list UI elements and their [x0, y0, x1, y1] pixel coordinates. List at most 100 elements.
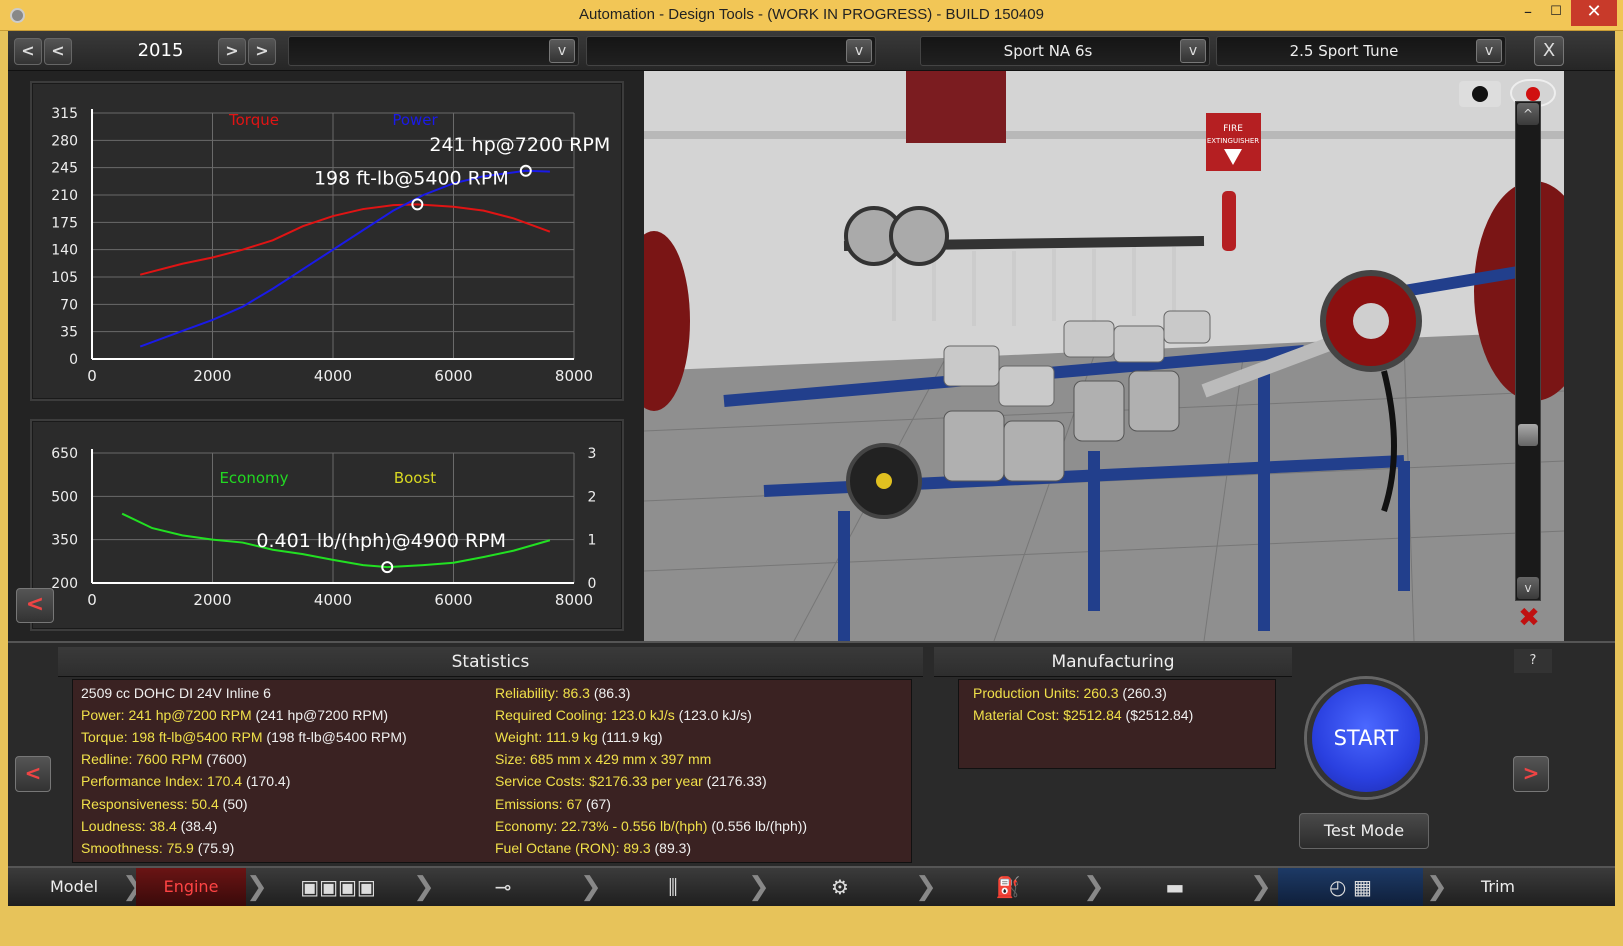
start-button[interactable]: START	[1307, 679, 1425, 797]
year-prev-button[interactable]: <	[44, 38, 72, 65]
nav-fuel-icon[interactable]: ⛽	[953, 868, 1063, 906]
dropdown-family[interactable]: v	[288, 36, 579, 66]
nav-trim[interactable]: Trim	[1448, 868, 1548, 906]
stat-reliability: Reliability: 86.3 (86.3)	[495, 685, 631, 701]
dropdown-variant[interactable]: v	[586, 36, 876, 66]
dropdown-engine[interactable]: Sport NA 6s v	[920, 36, 1210, 66]
y-tick-label: 500	[51, 489, 78, 505]
engine-3d-viewport[interactable]: FIRE EXTINGUISHER ✖	[644, 71, 1564, 641]
mfg-material-cost: Material Cost: $2512.84 ($2512.84)	[973, 707, 1194, 723]
stat-emissions: Emissions: 67 (67)	[495, 796, 611, 812]
stat-loudness: Loudness: 38.4 (38.4)	[81, 818, 218, 834]
nav-bottom-end-icon[interactable]: ⊸	[448, 868, 558, 906]
next-page-button[interactable]: >	[1513, 756, 1549, 792]
peak-annotation: 241 hp@7200 RPM	[429, 134, 610, 156]
nav-separator-icon: ❯	[1083, 872, 1105, 902]
nav-separator-icon: ❯	[246, 872, 268, 902]
stat-power: Power: 241 hp@7200 RPM (241 hp@7200 RPM)	[81, 707, 389, 723]
economy-chart-panel: 0 2000 4000 6000 8000 650 500 350 200 3 2 1 0 Economy…	[30, 419, 624, 631]
y-tick-label: 0	[69, 352, 78, 368]
test-mode-button[interactable]: Test Mode	[1299, 813, 1429, 849]
y-tick-label: 650	[51, 446, 78, 462]
y2-tick-label: 2	[588, 489, 597, 505]
legend-entry: Torque	[228, 111, 279, 129]
maximize-button[interactable]: ☐	[1543, 0, 1569, 26]
dropdown-tune-label: 2.5 Sport Tune	[1289, 42, 1399, 60]
stat-redline: Redline: 7600 RPM (7600)	[81, 751, 247, 767]
x-tick-label: 2000	[193, 591, 231, 609]
year-display: 2015	[137, 40, 184, 61]
stat-economy: Economy: 22.73% - 0.556 lb/(hph) (0.556 …	[495, 818, 808, 834]
prev-page-button[interactable]: <	[15, 756, 51, 792]
collapse-charts-button[interactable]: <	[16, 588, 54, 623]
camera-icon[interactable]	[1459, 81, 1501, 107]
dropdown-tune[interactable]: 2.5 Sport Tune v	[1216, 36, 1506, 66]
peak-annotation: 0.401 lb/(hph)@4900 RPM	[256, 530, 506, 552]
nav-separator-icon: ❯	[580, 872, 602, 902]
x-tick-label: 8000	[555, 591, 593, 609]
x-tick-label: 0	[87, 591, 97, 609]
y-tick-label: 200	[51, 576, 78, 592]
nav-top-end-icon[interactable]: ⫼	[618, 868, 728, 906]
y-tick-label: 175	[51, 215, 78, 231]
power-torque-chart-panel: 0 2000 4000 6000 8000 315 280 245 210 175 140 105 70…	[30, 81, 624, 401]
zoom-up-button[interactable]: ^	[1517, 103, 1539, 125]
chevron-down-icon[interactable]: v	[549, 39, 575, 63]
x-tick-label: 6000	[434, 591, 472, 609]
year-next-button[interactable]: >	[218, 38, 246, 65]
zoom-scroll-thumb[interactable]	[1518, 424, 1538, 446]
nav-model[interactable]: Model	[28, 868, 120, 906]
economy-chart: 0 2000 4000 6000 8000 650 500 350 200 3 2 1 0 Economy…	[51, 446, 597, 609]
year-prev-fast-button[interactable]: <	[14, 38, 42, 65]
y-tick-label: 280	[51, 133, 78, 149]
legend-entry: Economy	[219, 469, 288, 487]
nav-exhaust-icon[interactable]: ▬	[1120, 868, 1230, 906]
reset-view-icon[interactable]: ✖	[1506, 604, 1552, 632]
y-tick-label: 35	[60, 325, 78, 341]
y2-tick-label: 1	[588, 533, 597, 549]
stat-smoothness: Smoothness: 75.9 (75.9)	[81, 840, 235, 856]
x-tick-label: 4000	[314, 591, 352, 609]
nav-aspiration-icon[interactable]: ⚙	[785, 868, 895, 906]
x-tick-label: 6000	[434, 367, 472, 385]
close-designer-button[interactable]: X	[1534, 36, 1564, 66]
legend-entry: Power	[392, 111, 438, 129]
y-tick-label: 105	[51, 270, 78, 286]
dropdown-engine-label: Sport NA 6s	[1003, 42, 1093, 60]
zoom-down-button[interactable]: v	[1517, 577, 1539, 599]
chevron-down-icon[interactable]: v	[1476, 39, 1502, 63]
chevron-down-icon[interactable]: v	[1180, 39, 1206, 63]
zoom-scrollbar[interactable]: ^ v	[1515, 101, 1541, 601]
app-frame: < < 2015 > > v v Sport NA 6s v 2.5 Sport…	[8, 31, 1615, 946]
peak-annotation: 198 ft-lb@5400 RPM	[314, 167, 509, 189]
stat-size: Size: 685 mm x 429 mm x 397 mm	[495, 751, 712, 767]
chevron-down-icon[interactable]: v	[846, 39, 872, 63]
help-button[interactable]: ?	[1514, 649, 1552, 673]
stat-service-costs: Service Costs: $2176.33 per year (2176.3…	[495, 773, 767, 789]
power-torque-chart: 0 2000 4000 6000 8000 315 280 245 210 175 140 105 70…	[51, 106, 610, 385]
nav-separator-icon: ❯	[413, 872, 435, 902]
window-close-button[interactable]: ✕	[1571, 0, 1617, 26]
stats-section: Statistics Manufacturing ? < > 2509 cc D…	[8, 641, 1615, 866]
window-bottom-border	[8, 906, 1615, 946]
stat-torque: Torque: 198 ft-lb@5400 RPM (198 ft-lb@54…	[81, 729, 407, 745]
bottom-nav: Model ❯ Engine ❯ ▣▣▣▣ ❯ ⊸ ❯ ⫼ ❯ ⚙ ❯ ⛽ ❯ …	[8, 866, 1615, 906]
year-next-fast-button[interactable]: >	[248, 38, 276, 65]
viewport-right-strip	[1564, 71, 1615, 641]
stat-required-cooling: Required Cooling: 123.0 kJ/s (123.0 kJ/s…	[495, 707, 752, 723]
nav-block-icon[interactable]: ▣▣▣▣	[283, 868, 393, 906]
nav-separator-icon: ❯	[1426, 872, 1448, 902]
nav-test-icon[interactable]: ◴ ▦	[1278, 868, 1423, 906]
x-tick-label: 2000	[193, 367, 231, 385]
y-tick-label: 210	[51, 188, 78, 204]
y-tick-label: 245	[51, 161, 78, 177]
nav-engine[interactable]: Engine	[136, 868, 246, 906]
legend-entry: Boost	[394, 469, 436, 487]
minimize-button[interactable]: –	[1515, 0, 1541, 26]
charts-column: 0 2000 4000 6000 8000 315 280 245 210 175 140 105 70…	[8, 71, 644, 641]
nav-separator-icon: ❯	[915, 872, 937, 902]
nav-separator-icon: ❯	[748, 872, 770, 902]
top-toolbar: < < 2015 > > v v Sport NA 6s v 2.5 Sport…	[8, 31, 1615, 71]
stat-engine-summary: 2509 cc DOHC DI 24V Inline 6	[81, 685, 271, 701]
mfg-production-units: Production Units: 260.3 (260.3)	[973, 685, 1167, 701]
